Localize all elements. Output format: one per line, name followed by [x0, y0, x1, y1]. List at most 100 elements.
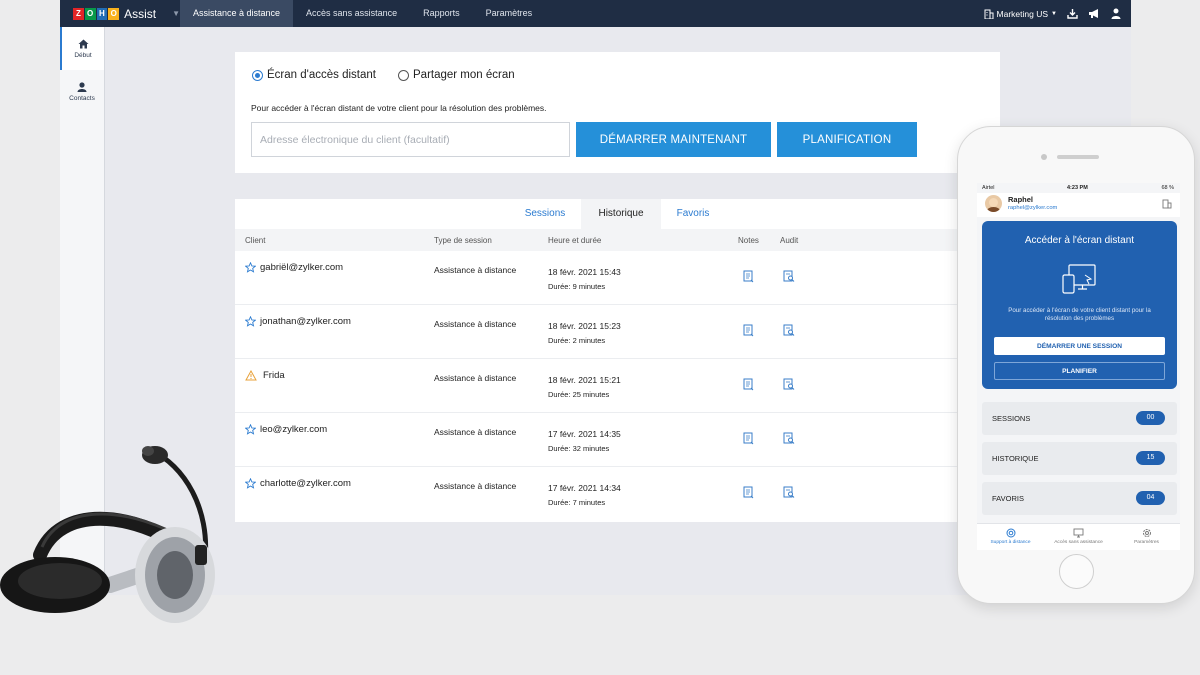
- remote-access-description: Pour accéder à l'écran distant de votre …: [251, 103, 547, 113]
- audit-icon[interactable]: [783, 378, 795, 391]
- radio-label: Partager mon écran: [413, 69, 515, 81]
- top-navigation-bar: Z O H O Assist ▼ Assistance à distance A…: [60, 0, 1131, 27]
- radio-share-screen[interactable]: Partager mon écran: [398, 69, 515, 81]
- stat-label: HISTORIQUE: [992, 454, 1039, 463]
- star-icon[interactable]: [245, 316, 256, 327]
- stat-favorites[interactable]: FAVORIS 04: [982, 482, 1177, 515]
- topbar-actions: Marketing US ▼: [984, 0, 1131, 27]
- session-type: Assistance à distance: [434, 481, 517, 491]
- panel-description: Pour accéder à l'écran de votre client d…: [1008, 307, 1151, 322]
- session-duration: Durée: 32 minutes: [548, 444, 610, 453]
- audit-icon[interactable]: [783, 486, 795, 499]
- remote-devices-icon: [1062, 264, 1096, 294]
- stat-count-badge: 15: [1136, 451, 1165, 465]
- client-name: charlotte@zylker.com: [260, 478, 351, 489]
- radio-label: Écran d'accès distant: [267, 69, 376, 81]
- client-cell: Frida: [245, 370, 285, 381]
- tab-favorites[interactable]: Favoris: [667, 199, 719, 229]
- phone-tab-settings[interactable]: Paramètres: [1113, 528, 1180, 545]
- session-type: Assistance à distance: [434, 427, 517, 437]
- megaphone-icon[interactable]: [1088, 8, 1101, 19]
- tab-label: Paramètres: [1134, 540, 1159, 545]
- camera-icon: [1041, 154, 1047, 160]
- org-name: Marketing US: [996, 8, 1049, 19]
- home-button[interactable]: [1059, 554, 1094, 589]
- stat-label: FAVORIS: [992, 494, 1024, 503]
- remote-access-panel: Accéder à l'écran distant Pour accéder à…: [982, 221, 1177, 389]
- logo-letter: O: [108, 7, 120, 20]
- column-header-client: Client: [245, 236, 266, 245]
- nav-tab-remote-support[interactable]: Assistance à distance: [180, 0, 294, 27]
- notes-icon[interactable]: [743, 432, 754, 445]
- audit-icon[interactable]: [783, 324, 795, 337]
- carrier-name: Airtel: [982, 185, 995, 191]
- user-email: raphel@zylker.com: [1008, 205, 1058, 211]
- stat-sessions[interactable]: SESSIONS 00: [982, 402, 1177, 435]
- building-icon[interactable]: [1162, 199, 1172, 209]
- logo-letter: O: [84, 7, 96, 20]
- sidebar-item-contacts[interactable]: Contacts: [60, 70, 104, 113]
- session-datetime: 17 févr. 2021 14:35: [548, 429, 621, 439]
- session-datetime: 18 févr. 2021 15:21: [548, 375, 621, 385]
- tab-label: Accès sans assistance: [1054, 540, 1103, 545]
- phone-tab-unattended-access[interactable]: Accès sans assistance: [1045, 528, 1112, 545]
- tab-history[interactable]: Historique: [581, 199, 661, 229]
- session-datetime: 17 févr. 2021 14:34: [548, 483, 621, 493]
- phone-tab-remote-support[interactable]: Support à distance: [977, 528, 1044, 545]
- schedule-button[interactable]: PLANIFICATION: [777, 122, 917, 157]
- tab-label: Support à distance: [990, 540, 1031, 545]
- user-icon[interactable]: [1111, 8, 1121, 19]
- speaker-grille: [1057, 155, 1099, 159]
- column-header-notes: Notes: [738, 236, 759, 245]
- panel-title: Accéder à l'écran distant: [1024, 235, 1135, 246]
- nav-tab-unattended-access[interactable]: Accès sans assistance: [293, 0, 410, 27]
- column-header-time: Heure et durée: [548, 236, 602, 245]
- start-now-button[interactable]: DÉMARRER MAINTENANT: [576, 122, 771, 157]
- radio-remote-screen[interactable]: Écran d'accès distant: [252, 69, 376, 81]
- stat-history[interactable]: HISTORIQUE 15: [982, 442, 1177, 475]
- download-icon[interactable]: [1067, 8, 1078, 19]
- zoho-assist-logo[interactable]: Z O H O Assist ▼: [60, 0, 180, 27]
- client-cell: leo@zylker.com: [245, 424, 327, 435]
- start-session-button[interactable]: DÉMARRER UNE SESSION: [994, 337, 1165, 355]
- client-email-input[interactable]: [251, 122, 570, 157]
- app-name: Assist: [124, 6, 157, 21]
- radio-unselected-icon: [398, 69, 409, 81]
- tab-sessions[interactable]: Sessions: [515, 199, 575, 229]
- avatar[interactable]: [985, 195, 1002, 212]
- chevron-down-icon[interactable]: ▼: [172, 9, 180, 18]
- nav-tab-settings[interactable]: Paramètres: [473, 0, 546, 27]
- star-icon[interactable]: [245, 262, 256, 273]
- star-icon[interactable]: [245, 478, 256, 489]
- client-cell: charlotte@zylker.com: [245, 478, 351, 489]
- notes-icon[interactable]: [743, 270, 754, 283]
- audit-icon[interactable]: [783, 270, 795, 283]
- clock: 4:23 PM: [1067, 185, 1088, 191]
- client-cell: gabriël@zylker.com: [245, 262, 343, 273]
- lifebuoy-icon: [1006, 528, 1015, 538]
- home-icon: [78, 39, 88, 48]
- plan-button[interactable]: PLANIFIER: [994, 362, 1165, 380]
- building-icon: [984, 9, 994, 19]
- remote-access-card: Écran d'accès distant Partager mon écran…: [235, 52, 1000, 173]
- notes-icon[interactable]: [743, 486, 754, 499]
- notes-icon[interactable]: [743, 324, 754, 337]
- sidebar-item-home[interactable]: Début: [60, 27, 104, 70]
- chevron-down-icon: ▼: [1051, 10, 1057, 17]
- nav-tab-reports[interactable]: Rapports: [410, 0, 473, 27]
- status-bar: Airtel 4:23 PM 68 %: [977, 183, 1180, 193]
- user-icon: [77, 81, 87, 92]
- star-icon[interactable]: [245, 424, 256, 435]
- column-header-audit: Audit: [780, 236, 799, 245]
- phone-user-header: Raphel raphel@zylker.com: [977, 193, 1180, 217]
- notes-icon[interactable]: [743, 378, 754, 391]
- sidebar-item-label: Début: [74, 51, 92, 59]
- session-datetime: 18 févr. 2021 15:23: [548, 321, 621, 331]
- org-selector[interactable]: Marketing US ▼: [984, 9, 1057, 19]
- radio-selected-icon: [252, 69, 263, 81]
- audit-icon[interactable]: [783, 432, 795, 445]
- phone-screen: Airtel 4:23 PM 68 % Raphel raphel@zylker…: [977, 183, 1180, 550]
- phone-bottom-tabs: Support à distance Accès sans assistance…: [977, 523, 1180, 550]
- session-type: Assistance à distance: [434, 373, 517, 383]
- column-header-session-type: Type de session: [434, 236, 492, 245]
